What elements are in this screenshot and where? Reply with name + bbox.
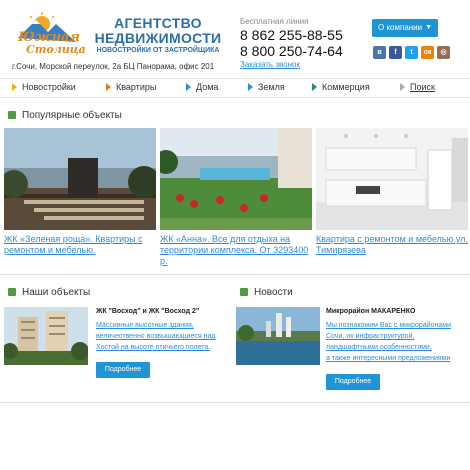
objects-section-title: Наши объекты bbox=[8, 287, 90, 298]
object-desc-line: величественно возвышающиеся над bbox=[96, 333, 216, 340]
agency-subtitle: НОВОСТРОЙКИ ОТ ЗАСТРОЙЩИКА bbox=[96, 47, 220, 54]
cube-icon bbox=[8, 288, 16, 296]
object-item-description[interactable]: Массивные высотные здания, величественно… bbox=[96, 320, 231, 353]
news-desc-line: Мы познакомим Вас с микрорайонами bbox=[326, 322, 451, 329]
popular-card-link[interactable]: ЖК «Зеленая роща». Квартиры с ремонтом и… bbox=[4, 234, 156, 256]
hotline-label: Бесплатная линия bbox=[240, 17, 309, 26]
nav-item-search[interactable]: Поиск bbox=[400, 82, 435, 92]
odnoklassniki-icon[interactable]: ок bbox=[421, 46, 434, 59]
nav-item-kommertsiya[interactable]: Коммерция bbox=[312, 82, 370, 92]
about-company-dropdown[interactable]: О компании ▼ bbox=[372, 19, 438, 37]
phone-number-1[interactable]: 8 862 255-88-55 bbox=[240, 27, 343, 43]
property-photo[interactable] bbox=[160, 128, 312, 230]
news-desc-line: Сочи, их инфраструктурой, bbox=[326, 333, 415, 340]
property-photo-image bbox=[160, 128, 312, 230]
object-item-title[interactable]: ЖК "Восход" и ЖК "Восход 2" bbox=[96, 308, 199, 315]
news-desc-line: а также интересными предложениями bbox=[326, 355, 451, 362]
divider bbox=[0, 402, 470, 403]
cube-icon bbox=[240, 288, 248, 296]
news-photo-image bbox=[236, 307, 320, 365]
property-photo[interactable] bbox=[4, 128, 156, 230]
news-desc-line: ландшафтными особенностями, bbox=[326, 344, 432, 351]
main-nav: Новостройки Квартиры Дома Земля Коммерци… bbox=[0, 78, 470, 98]
popular-section-title: Популярные объекты bbox=[8, 110, 122, 121]
arrow-right-icon bbox=[248, 83, 253, 91]
property-photo-image bbox=[4, 128, 156, 230]
chevron-down-icon: ▼ bbox=[425, 24, 432, 31]
property-photo-image bbox=[316, 128, 468, 230]
nav-item-zemlya[interactable]: Земля bbox=[248, 82, 285, 92]
about-company-label: О компании bbox=[378, 23, 423, 32]
object-desc-line: Массивные высотные здания, bbox=[96, 322, 194, 329]
object-photo-image bbox=[4, 307, 88, 365]
news-more-button[interactable]: Подробнее bbox=[326, 374, 380, 390]
news-photo[interactable] bbox=[236, 307, 320, 365]
objects-more-button[interactable]: Подробнее bbox=[96, 362, 150, 378]
popular-card-link[interactable]: ЖК «Анна». Все для отдыха на территории … bbox=[160, 234, 312, 267]
cube-icon bbox=[8, 111, 16, 119]
logo[interactable]: Южная Столица bbox=[12, 12, 86, 56]
object-photo[interactable] bbox=[4, 307, 88, 365]
arrow-right-icon bbox=[400, 83, 405, 91]
phone-number-2[interactable]: 8 800 250-74-64 bbox=[240, 43, 343, 59]
arrow-right-icon bbox=[106, 83, 111, 91]
nav-item-novostroyki[interactable]: Новостройки bbox=[12, 82, 76, 92]
nav-item-kvartiry[interactable]: Квартиры bbox=[106, 82, 156, 92]
news-item-title[interactable]: Микрорайон МАКАРЕНКО bbox=[326, 308, 415, 315]
agency-title: АГЕНТСТВО НЕДВИЖИМОСТИ bbox=[94, 15, 222, 46]
instagram-icon[interactable]: ◎ bbox=[437, 46, 450, 59]
news-item-description[interactable]: Мы познакомим Вас с микрорайонами Сочи, … bbox=[326, 320, 468, 364]
callback-link[interactable]: Заказать звонок bbox=[240, 60, 300, 69]
logo-line2: Столица bbox=[26, 43, 86, 56]
office-address: г.Сочи, Морской переулок, 2а БЦ Панорама… bbox=[12, 62, 215, 71]
arrow-right-icon bbox=[186, 83, 191, 91]
facebook-icon[interactable]: f bbox=[389, 46, 402, 59]
vk-icon[interactable]: в bbox=[373, 46, 386, 59]
header: Южная Столица АГЕНТСТВО НЕДВИЖИМОСТИ НОВ… bbox=[0, 0, 470, 72]
divider bbox=[0, 274, 470, 275]
nav-item-doma[interactable]: Дома bbox=[186, 82, 218, 92]
news-section-title: Новости bbox=[240, 287, 293, 298]
arrow-right-icon bbox=[312, 83, 317, 91]
popular-card-link[interactable]: Квартира с ремонтом и мебелью ул. Тимиря… bbox=[316, 234, 468, 256]
arrow-right-icon bbox=[12, 83, 17, 91]
twitter-icon[interactable]: t bbox=[405, 46, 418, 59]
page: Южная Столица АГЕНТСТВО НЕДВИЖИМОСТИ НОВ… bbox=[0, 0, 470, 470]
property-photo[interactable] bbox=[316, 128, 468, 230]
object-desc-line: Хостой на высоте птичьего полета. bbox=[96, 344, 211, 351]
